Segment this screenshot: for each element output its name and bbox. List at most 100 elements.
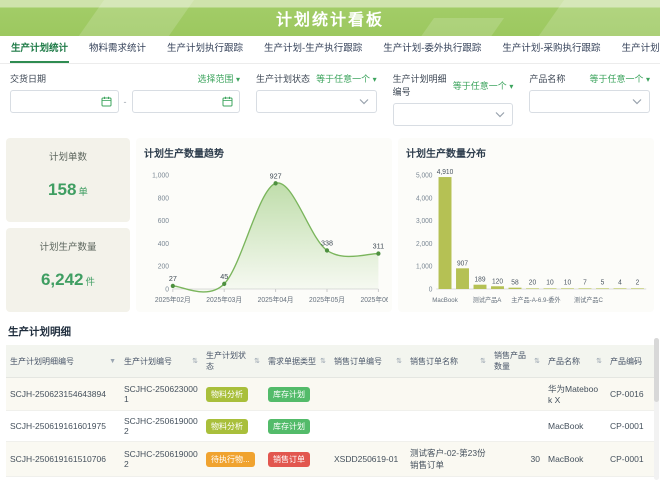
doc-type-badge: 库存计划: [268, 419, 310, 434]
filter-label: 生产计划状态: [256, 72, 310, 85]
dropdown-arrow-icon: ▾: [236, 75, 240, 84]
col-product-code[interactable]: 产品编码: [606, 345, 654, 378]
calendar-icon[interactable]: [101, 96, 112, 107]
chart-title: 计划生产数量分布: [406, 145, 650, 160]
dropdown-arrow-icon: ▾: [509, 82, 513, 91]
tab-plan-production-exec-tracking[interactable]: 生产计划-生产执行跟踪: [263, 34, 363, 63]
status-badge: 物料分析: [206, 387, 248, 402]
kpi-plan-order-count: 计划单数 158单: [6, 138, 130, 222]
col-sales-product-qty[interactable]: 销售产品数量⇅: [490, 345, 544, 378]
sort-icon[interactable]: ⇅: [254, 357, 260, 365]
chevron-down-icon: [495, 111, 505, 118]
svg-text:927: 927: [270, 171, 282, 180]
svg-text:338: 338: [321, 238, 333, 247]
tab-plan-execution-tracking[interactable]: 生产计划执行跟踪: [166, 34, 244, 63]
svg-text:20: 20: [529, 279, 537, 286]
svg-text:1,000: 1,000: [416, 264, 433, 271]
tab-plan-material-usage-stats[interactable]: 生产计划用料统计: [621, 34, 660, 63]
svg-text:311: 311: [373, 241, 384, 250]
svg-text:2,000: 2,000: [416, 241, 433, 248]
svg-text:5: 5: [601, 279, 605, 286]
svg-text:测试产品A: 测试产品A: [473, 295, 502, 304]
date-from-input[interactable]: [10, 90, 119, 113]
sort-icon[interactable]: ⇅: [534, 357, 540, 365]
filter-bar: 交货日期 选择范围 ▾ - 生产计划状态 等于任意一个 ▾: [0, 64, 660, 135]
col-sales-order-no[interactable]: 销售订单编号⇅: [330, 345, 406, 378]
tab-plan-purchase-exec-tracking[interactable]: 生产计划-采购执行跟踪: [501, 34, 601, 63]
date-range-mode-dropdown[interactable]: 选择范围 ▾: [197, 72, 240, 85]
kpi-unit: 单: [78, 187, 88, 198]
trend-chart-card: 计划生产数量趋势 02004006008001,000272025年02月452…: [136, 138, 392, 312]
table-header-row: 生产计划明细编号▼ 生产计划编号⇅ 生产计划状态⇅ 需求单据类型⇅ 销售订单编号…: [6, 345, 654, 378]
col-plan-detail-no[interactable]: 生产计划明细编号▼: [6, 345, 120, 378]
doc-type-badge: 库存计划: [268, 387, 310, 402]
calendar-icon[interactable]: [222, 96, 233, 107]
chart-title: 计划生产数量趋势: [144, 145, 388, 160]
tab-material-demand-stats[interactable]: 物料需求统计: [88, 34, 147, 63]
tab-plan-outsourcing-exec-tracking[interactable]: 生产计划-委外执行跟踪: [382, 34, 482, 63]
plan-detail-no-select[interactable]: [393, 103, 514, 126]
sort-icon[interactable]: ⇅: [596, 357, 602, 365]
kpi-planned-production-qty: 计划生产数量 6,242件: [6, 228, 130, 312]
table-row: SCJH-250623154643894 SCJHC-2506230001 物料…: [6, 378, 654, 411]
sort-icon[interactable]: ⇅: [320, 357, 326, 365]
svg-text:7: 7: [583, 279, 587, 286]
scrollbar-thumb[interactable]: [654, 338, 659, 402]
filter-plan-status: 生产计划状态 等于任意一个 ▾: [256, 72, 377, 126]
date-to-input[interactable]: [132, 90, 241, 113]
bar-chart: 01,0002,0003,0004,0005,0004,910907189120…: [406, 161, 650, 309]
sort-icon[interactable]: ⇅: [480, 357, 486, 365]
svg-text:0: 0: [165, 286, 169, 293]
svg-text:189: 189: [474, 277, 485, 284]
svg-text:200: 200: [158, 264, 169, 271]
dropdown-arrow-icon: ▾: [373, 75, 377, 84]
svg-text:10: 10: [546, 279, 554, 286]
filter-label: 生产计划明细编号: [393, 72, 453, 98]
svg-text:400: 400: [158, 241, 169, 248]
col-plan-no[interactable]: 生产计划编号⇅: [120, 345, 202, 378]
svg-text:1,000: 1,000: [152, 172, 169, 179]
svg-text:2025年04月: 2025年04月: [258, 295, 294, 304]
svg-text:800: 800: [158, 195, 169, 202]
match-mode-dropdown[interactable]: 等于任意一个 ▾: [453, 79, 514, 92]
filter-delivery-date: 交货日期 选择范围 ▾ -: [10, 72, 240, 126]
svg-text:测试产品C: 测试产品C: [574, 295, 603, 304]
svg-text:主产品-A-6.9-委外: 主产品-A-6.9-委外: [511, 295, 561, 304]
distribution-chart-card: 计划生产数量分布 01,0002,0003,0004,0005,0004,910…: [398, 138, 654, 312]
col-plan-status[interactable]: 生产计划状态⇅: [202, 345, 264, 378]
kpi-column: 计划单数 158单 计划生产数量 6,242件: [6, 138, 130, 312]
doc-type-badge: 销售订单: [268, 452, 310, 467]
svg-text:MacBook: MacBook: [432, 297, 458, 304]
svg-text:600: 600: [158, 218, 169, 225]
col-sales-order-name[interactable]: 销售订单名称⇅: [406, 345, 490, 378]
svg-text:2025年05月: 2025年05月: [309, 295, 345, 304]
col-doc-type[interactable]: 需求单据类型⇅: [264, 345, 330, 378]
table-title: 生产计划明细: [8, 324, 652, 339]
svg-text:4: 4: [618, 279, 622, 286]
table-scrollbar[interactable]: [654, 338, 659, 480]
sort-icon[interactable]: ⇅: [192, 357, 198, 365]
tab-production-plan-stats[interactable]: 生产计划统计: [10, 34, 69, 63]
match-mode-dropdown[interactable]: 等于任意一个 ▾: [316, 72, 377, 85]
svg-text:907: 907: [457, 260, 468, 267]
sort-icon[interactable]: ⇅: [396, 357, 402, 365]
status-badge: 物料分析: [206, 419, 248, 434]
plan-detail-section: 生产计划明细 生产计划明细编号▼ 生产计划编号⇅ 生产计划状态⇅ 需求单据类型⇅…: [0, 316, 660, 484]
tab-bar: 生产计划统计 物料需求统计 生产计划执行跟踪 生产计划-生产执行跟踪 生产计划-…: [0, 36, 660, 64]
banner: 计划统计看板: [0, 0, 660, 36]
status-badge: 待执行物...: [206, 452, 255, 467]
dashboard-row: 计划单数 158单 计划生产数量 6,242件 计划生产数量趋势 0 200 400…: [0, 135, 660, 316]
date-separator: -: [124, 97, 127, 107]
svg-text:120: 120: [492, 278, 503, 285]
svg-text:27: 27: [169, 274, 177, 283]
svg-text:4,910: 4,910: [437, 169, 454, 176]
svg-text:5,000: 5,000: [416, 172, 433, 179]
sort-icon[interactable]: ▼: [109, 358, 116, 365]
table-row: SCJH-250619161601975 SCJHC-2506190002 物料…: [6, 411, 654, 442]
plan-status-select[interactable]: [256, 90, 377, 113]
kpi-unit: 件: [86, 277, 96, 288]
col-product-name[interactable]: 产品名称⇅: [544, 345, 606, 378]
filter-plan-detail-no: 生产计划明细编号 等于任意一个 ▾: [393, 72, 514, 126]
match-mode-dropdown[interactable]: 等于任意一个 ▾: [589, 72, 650, 85]
product-name-select[interactable]: [529, 90, 650, 113]
